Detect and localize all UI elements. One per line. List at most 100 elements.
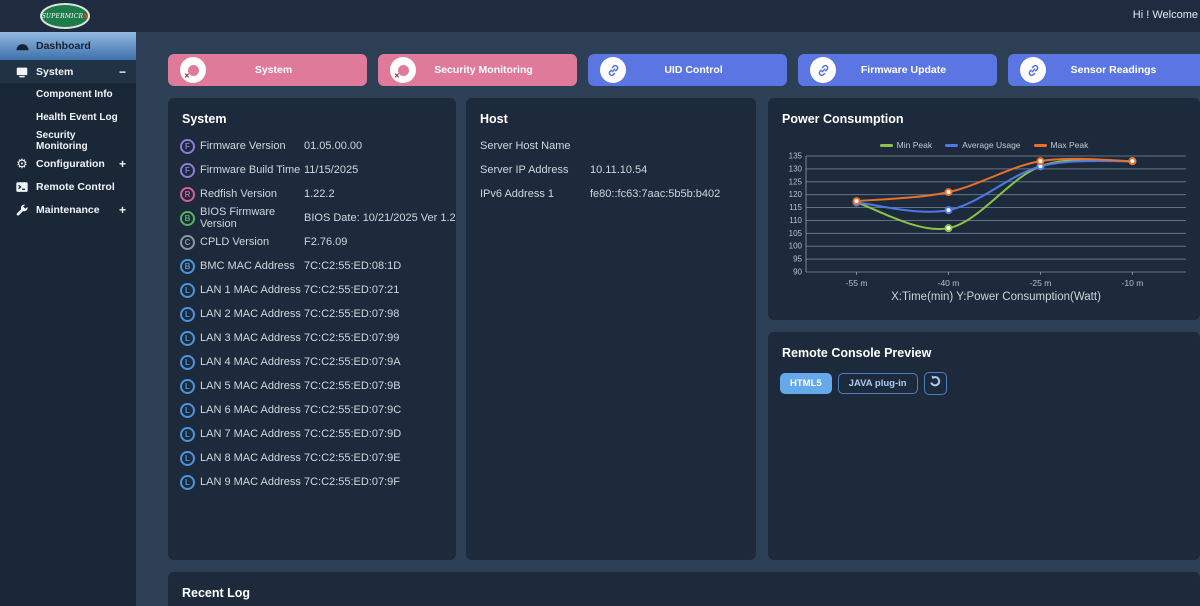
legend-item-average-usage: Average Usage xyxy=(945,140,1021,150)
row-label: Server IP Address xyxy=(480,164,569,176)
sidebar-item-security-monitoring[interactable]: Security Monitoring xyxy=(0,129,136,152)
refresh-preview-button[interactable] xyxy=(923,372,947,395)
tab-label: UID Control xyxy=(664,64,723,76)
tab-uid-control[interactable]: UID Control xyxy=(588,54,787,86)
row-value: 7C:C2:55:ED:07:99 xyxy=(304,332,400,344)
svg-text:100: 100 xyxy=(789,242,803,251)
sidebar-item-dashboard[interactable]: Dashboard xyxy=(0,32,136,60)
html5-button[interactable]: HTML5 xyxy=(780,373,832,394)
row-value: 11/15/2025 xyxy=(304,164,359,176)
power-consumption-panel: Power Consumption Min Peak Average Usage M… xyxy=(768,98,1200,320)
info-row: L LAN 4 MAC Address 7C:C2:55:ED:07:9A xyxy=(168,350,456,374)
row-badge-icon: L xyxy=(180,378,195,394)
host-rows: Server Host Name Server IP Address 10.11… xyxy=(466,134,756,206)
system-rows: F Firmware Version 01.05.00.00 F Firmwar… xyxy=(168,134,456,494)
terminal-icon xyxy=(14,179,30,195)
info-row: IPv6 Address 1 fe80::fc63:7aac:5b5b:b402 xyxy=(466,182,756,206)
row-badge-icon: F xyxy=(180,138,195,154)
legend-swatch xyxy=(879,143,893,147)
row-value: BIOS Date: 10/21/2025 Ver 1.2 xyxy=(304,212,456,224)
row-label: LAN 3 MAC Address xyxy=(200,332,301,344)
logo-red-dot xyxy=(84,13,89,18)
svg-text:130: 130 xyxy=(789,164,803,173)
info-row: L LAN 9 MAC Address 7C:C2:55:ED:07:9F xyxy=(168,470,456,494)
row-label: CPLD Version xyxy=(200,236,270,248)
row-label: LAN 1 MAC Address xyxy=(200,284,301,296)
row-value: 7C:C2:55:ED:07:9F xyxy=(304,476,400,488)
top-header: SUPERMICR Hi ! Welcome xyxy=(0,0,1200,32)
legend-item-min-peak: Min Peak xyxy=(879,140,932,150)
wrench-icon xyxy=(14,202,30,218)
tab-label: Sensor Readings xyxy=(1070,64,1157,76)
system-panel: System F Firmware Version 01.05.00.00 F … xyxy=(168,98,456,560)
link-icon xyxy=(810,57,836,83)
info-row: L LAN 7 MAC Address 7C:C2:55:ED:07:9D xyxy=(168,422,456,446)
welcome-text: Hi ! Welcome xyxy=(1132,9,1198,21)
link-icon xyxy=(1020,57,1046,83)
legend-swatch xyxy=(1033,143,1047,147)
svg-text:135: 135 xyxy=(789,152,803,161)
power-circle-icon: ✕ xyxy=(390,57,416,83)
row-value: fe80::fc63:7aac:5b5b:b402 xyxy=(590,188,721,200)
java-plugin-button[interactable]: JAVA plug-in xyxy=(837,373,918,394)
info-row: R Redfish Version 1.22.2 xyxy=(168,182,456,206)
row-label: Server Host Name xyxy=(480,140,571,152)
expander-icon[interactable]: + xyxy=(119,157,126,171)
tab-security-monitoring[interactable]: ✕ Security Monitoring xyxy=(378,54,577,86)
chart-legend: Min Peak Average Usage Max Peak xyxy=(768,140,1200,150)
info-row: Server IP Address 10.11.10.54 xyxy=(466,158,756,182)
host-panel: Host Server Host Name Server IP Address … xyxy=(466,98,756,560)
svg-text:95: 95 xyxy=(793,255,802,264)
sidebar-item-health-event-log[interactable]: Health Event Log xyxy=(0,106,136,129)
tab-sensor-readings[interactable]: Sensor Readings xyxy=(1008,54,1200,86)
info-row: B BMC MAC Address 7C:C2:55:ED:08:1D xyxy=(168,254,456,278)
row-badge-icon: L xyxy=(180,354,195,370)
row-label: LAN 7 MAC Address xyxy=(200,428,301,440)
quick-action-tabs: ✕ System ✕ Security Monitoring UID Contr… xyxy=(168,54,1200,86)
row-value: 7C:C2:55:ED:07:9A xyxy=(304,356,401,368)
row-value: 7C:C2:55:ED:08:1D xyxy=(304,260,402,272)
tab-label: System xyxy=(254,64,293,76)
row-label: LAN 5 MAC Address xyxy=(200,380,301,392)
tab-firmware-update[interactable]: Firmware Update xyxy=(798,54,997,86)
row-value: 7C:C2:55:ED:07:21 xyxy=(304,284,400,296)
supermicro-logo: SUPERMICR xyxy=(40,3,90,29)
legend-swatch xyxy=(945,143,959,147)
row-label: LAN 6 MAC Address xyxy=(200,404,301,416)
monitor-icon xyxy=(14,64,30,80)
row-value: 1.22.2 xyxy=(304,188,335,200)
tab-system[interactable]: ✕ System xyxy=(168,54,367,86)
row-badge-icon: L xyxy=(180,282,195,298)
row-label: BMC MAC Address xyxy=(200,260,295,272)
sidebar-item-remote-control[interactable]: Remote Control xyxy=(0,175,136,198)
svg-text:125: 125 xyxy=(789,177,803,186)
expander-icon[interactable]: − xyxy=(119,65,126,79)
sidebar-item-component-info[interactable]: Component Info xyxy=(0,83,136,106)
row-value: 7C:C2:55:ED:07:9C xyxy=(304,404,402,416)
row-badge-icon: L xyxy=(180,426,195,442)
info-row: F Firmware Build Time 11/15/2025 xyxy=(168,158,456,182)
sidebar-item-system[interactable]: System − xyxy=(0,60,136,83)
legend-item-max-peak: Max Peak xyxy=(1033,140,1088,150)
row-value: F2.76.09 xyxy=(304,236,348,248)
sidebar-item-maintenance[interactable]: Maintenance + xyxy=(0,198,136,221)
chart-title: Power Consumption xyxy=(782,112,904,126)
row-label: LAN 9 MAC Address xyxy=(200,476,301,488)
info-row: Server Host Name xyxy=(466,134,756,158)
row-badge-icon: C xyxy=(180,234,195,250)
tab-label: Security Monitoring xyxy=(434,64,533,76)
info-row: F Firmware Version 01.05.00.00 xyxy=(168,134,456,158)
remote-console-panel: Remote Console Preview HTML5 JAVA plug-i… xyxy=(768,332,1200,560)
svg-text:-25 m: -25 m xyxy=(1030,278,1052,288)
svg-text:110: 110 xyxy=(789,216,802,225)
expander-icon[interactable]: + xyxy=(119,203,126,217)
row-label: Redfish Version xyxy=(200,188,278,200)
row-label: LAN 2 MAC Address xyxy=(200,308,301,320)
row-value: 10.11.10.54 xyxy=(590,164,648,176)
sidebar-item-configuration[interactable]: ⚙ Configuration + xyxy=(0,152,136,175)
row-badge-icon: L xyxy=(180,474,195,490)
svg-text:115: 115 xyxy=(789,203,802,212)
info-row: L LAN 6 MAC Address 7C:C2:55:ED:07:9C xyxy=(168,398,456,422)
main-content: ✕ System ✕ Security Monitoring UID Contr… xyxy=(136,32,1200,606)
info-row: L LAN 8 MAC Address 7C:C2:55:ED:07:9E xyxy=(168,446,456,470)
